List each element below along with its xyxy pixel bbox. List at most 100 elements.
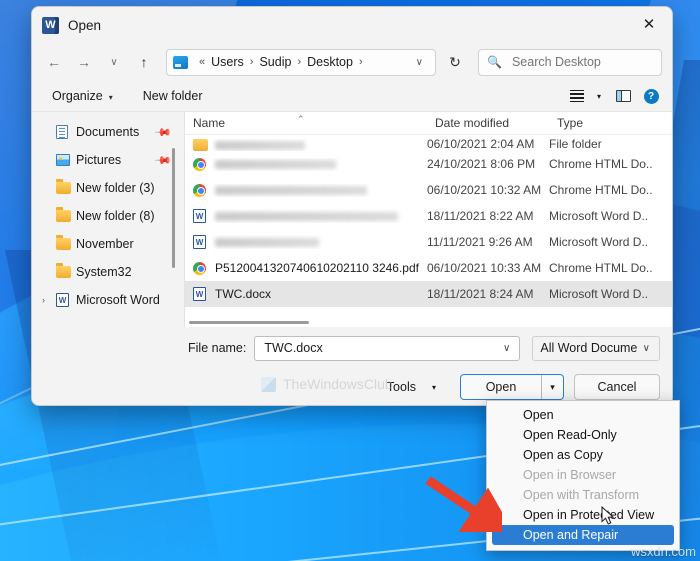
cell-date-modified: 24/10/2021 8:06 PM xyxy=(427,157,536,171)
cancel-button[interactable]: Cancel xyxy=(574,374,660,400)
new-folder-button[interactable]: New folder xyxy=(135,86,211,106)
back-button[interactable]: ← xyxy=(40,48,68,76)
chevron-down-icon[interactable]: ∨ xyxy=(498,343,515,354)
file-rows: 06/10/2021 2:04 AM File folder 24/10/2021 … xyxy=(185,135,672,307)
search-input[interactable] xyxy=(509,54,653,70)
menu-item[interactable]: Open in Protected View xyxy=(487,505,679,525)
breadcrumb-item-users[interactable]: Users xyxy=(210,55,245,69)
navigation-bar: ← → ∨ ↑ « Users › Sudip › Desktop › ∨ ↻ … xyxy=(32,43,672,81)
file-type-icon: W xyxy=(193,235,215,249)
word-icon: W xyxy=(193,235,206,249)
nav-pane-scrollbar[interactable] xyxy=(171,148,176,298)
breadcrumb-item-sudip[interactable]: Sudip xyxy=(258,55,292,69)
menu-item[interactable]: Open and Repair xyxy=(492,525,674,545)
view-chevron-down-icon[interactable]: ▾ xyxy=(590,85,608,107)
cell-name: P5120041320740610202110 3246.pdf xyxy=(185,261,427,275)
breadcrumb-prefix: « xyxy=(199,56,206,68)
file-type-filter-value: All Word Documents (*.docx;*.‹ xyxy=(540,341,638,355)
menu-item[interactable]: Open as Copy xyxy=(487,445,679,465)
word-app-icon: W xyxy=(42,16,59,34)
menu-item: Open in Browser xyxy=(523,468,617,482)
preview-pane-icon[interactable] xyxy=(608,85,638,107)
table-row[interactable]: 06/10/2021 10:32 AM Chrome HTML Do.. xyxy=(185,177,672,203)
nav-pane-item[interactable]: November xyxy=(32,230,184,258)
cell-type: Chrome HTML Do.. xyxy=(549,261,653,275)
menu-item: Open with Transform xyxy=(523,488,640,502)
blurred-file-name xyxy=(215,159,336,169)
breadcrumb[interactable]: « Users › Sudip › Desktop › ∨ xyxy=(166,48,436,76)
nav-pane-item[interactable]: › W Microsoft Word xyxy=(32,286,184,314)
table-row[interactable]: W 18/11/2021 8:22 AM Microsoft Word D.. xyxy=(185,203,672,229)
nav-item-label: New folder (3) xyxy=(76,181,155,195)
column-header-date-modified[interactable]: Date modified xyxy=(427,116,549,130)
nav-item-icon xyxy=(56,235,76,250)
chevron-down-icon[interactable]: ∨ xyxy=(408,57,431,68)
folder-icon xyxy=(56,207,71,222)
nav-pane-item[interactable]: Documents 📌 xyxy=(32,118,184,146)
word-icon: W xyxy=(56,293,69,307)
watermark-logo-icon xyxy=(261,376,276,392)
organize-button[interactable]: Organize ▾ xyxy=(44,86,121,106)
chevron-down-icon: ▾ xyxy=(431,382,436,392)
nav-item-icon xyxy=(56,125,76,139)
title-bar: W Open ✕ xyxy=(32,7,672,43)
help-icon[interactable]: ? xyxy=(638,85,664,107)
nav-item-label: Pictures xyxy=(76,153,122,167)
file-type-icon: W xyxy=(193,209,215,223)
forward-button[interactable]: → xyxy=(70,48,98,76)
recent-locations-button[interactable]: ∨ xyxy=(100,48,128,76)
thewindowsclub-watermark: TheWindowsClub xyxy=(261,376,393,392)
open-button[interactable]: Open xyxy=(461,375,541,399)
cell-name xyxy=(185,139,427,151)
cell-name xyxy=(185,157,427,171)
open-dropdown-arrow-icon[interactable]: ▾ xyxy=(541,375,563,399)
cell-date-modified: 06/10/2021 10:33 AM xyxy=(427,261,542,275)
file-name-text: TWC.docx xyxy=(215,287,272,301)
cell-type: Chrome HTML Do.. xyxy=(549,157,653,171)
table-row[interactable]: W 11/11/2021 9:26 AM Microsoft Word D.. xyxy=(185,229,672,255)
blurred-file-name xyxy=(215,211,398,221)
table-row[interactable]: P5120041320740610202110 3246.pdf 06/10/20… xyxy=(185,255,672,281)
up-button[interactable]: ↑ xyxy=(130,48,158,76)
nav-pane-item[interactable]: System32 xyxy=(32,258,184,286)
file-type-filter-combo[interactable]: All Word Documents (*.docx;*.‹ ∨ xyxy=(532,335,660,361)
file-name-label: File name: xyxy=(188,341,247,355)
blurred-file-name xyxy=(215,140,305,150)
table-row[interactable]: W TWC.docx 18/11/2021 8:24 AM Microsoft Wor… xyxy=(185,281,672,307)
nav-pane-item[interactable]: New folder (3) xyxy=(32,174,184,202)
nav-item-icon xyxy=(56,207,76,222)
table-row[interactable]: 24/10/2021 8:06 PM Chrome HTML Do.. xyxy=(185,151,672,177)
dialog-content: Documents 📌 Pictures 📌 New folder (3) New fol… xyxy=(32,111,672,329)
file-name-input[interactable] xyxy=(262,340,499,356)
nav-item-icon xyxy=(56,154,76,166)
cell-date-modified: 06/10/2021 10:32 AM xyxy=(427,183,542,197)
refresh-icon[interactable]: ↻ xyxy=(441,48,469,76)
view-list-icon[interactable] xyxy=(564,85,590,107)
folder-icon xyxy=(56,235,71,250)
chrome-icon xyxy=(193,183,206,197)
breadcrumb-separator: › xyxy=(297,56,302,68)
cell-type: File folder xyxy=(549,137,602,151)
menu-item[interactable]: Open xyxy=(487,405,679,425)
column-header-name[interactable]: Name ⌃ xyxy=(185,114,427,130)
file-name-combo[interactable]: ∨ xyxy=(254,335,521,361)
column-header-name-label: Name xyxy=(193,116,226,130)
close-icon[interactable]: ✕ xyxy=(626,7,672,41)
word-icon: W xyxy=(193,287,206,301)
nav-pane-item[interactable]: Pictures 📌 xyxy=(32,146,184,174)
file-list-horizontal-scrollbar[interactable] xyxy=(189,321,549,326)
file-name-text: P5120041320740610202110 3246.pdf xyxy=(215,261,419,275)
column-header-type[interactable]: Type xyxy=(549,116,672,130)
chevron-down-icon[interactable]: ∨ xyxy=(638,343,655,354)
nav-pane-item[interactable]: New folder (8) xyxy=(32,202,184,230)
search-box[interactable]: 🔍 xyxy=(478,48,662,76)
column-headers: Name ⌃ Date modified Type xyxy=(185,112,672,135)
file-type-icon xyxy=(193,139,215,151)
expander-icon[interactable]: › xyxy=(42,295,56,305)
nav-item-label: New folder (8) xyxy=(76,209,155,223)
table-row[interactable]: 06/10/2021 2:04 AM File folder xyxy=(185,135,672,151)
file-name-row: File name: ∨ All Word Documents (*.docx;… xyxy=(44,335,660,361)
menu-item[interactable]: Open Read-Only xyxy=(487,425,679,445)
picture-icon xyxy=(56,154,70,166)
breadcrumb-item-desktop[interactable]: Desktop xyxy=(306,55,354,69)
